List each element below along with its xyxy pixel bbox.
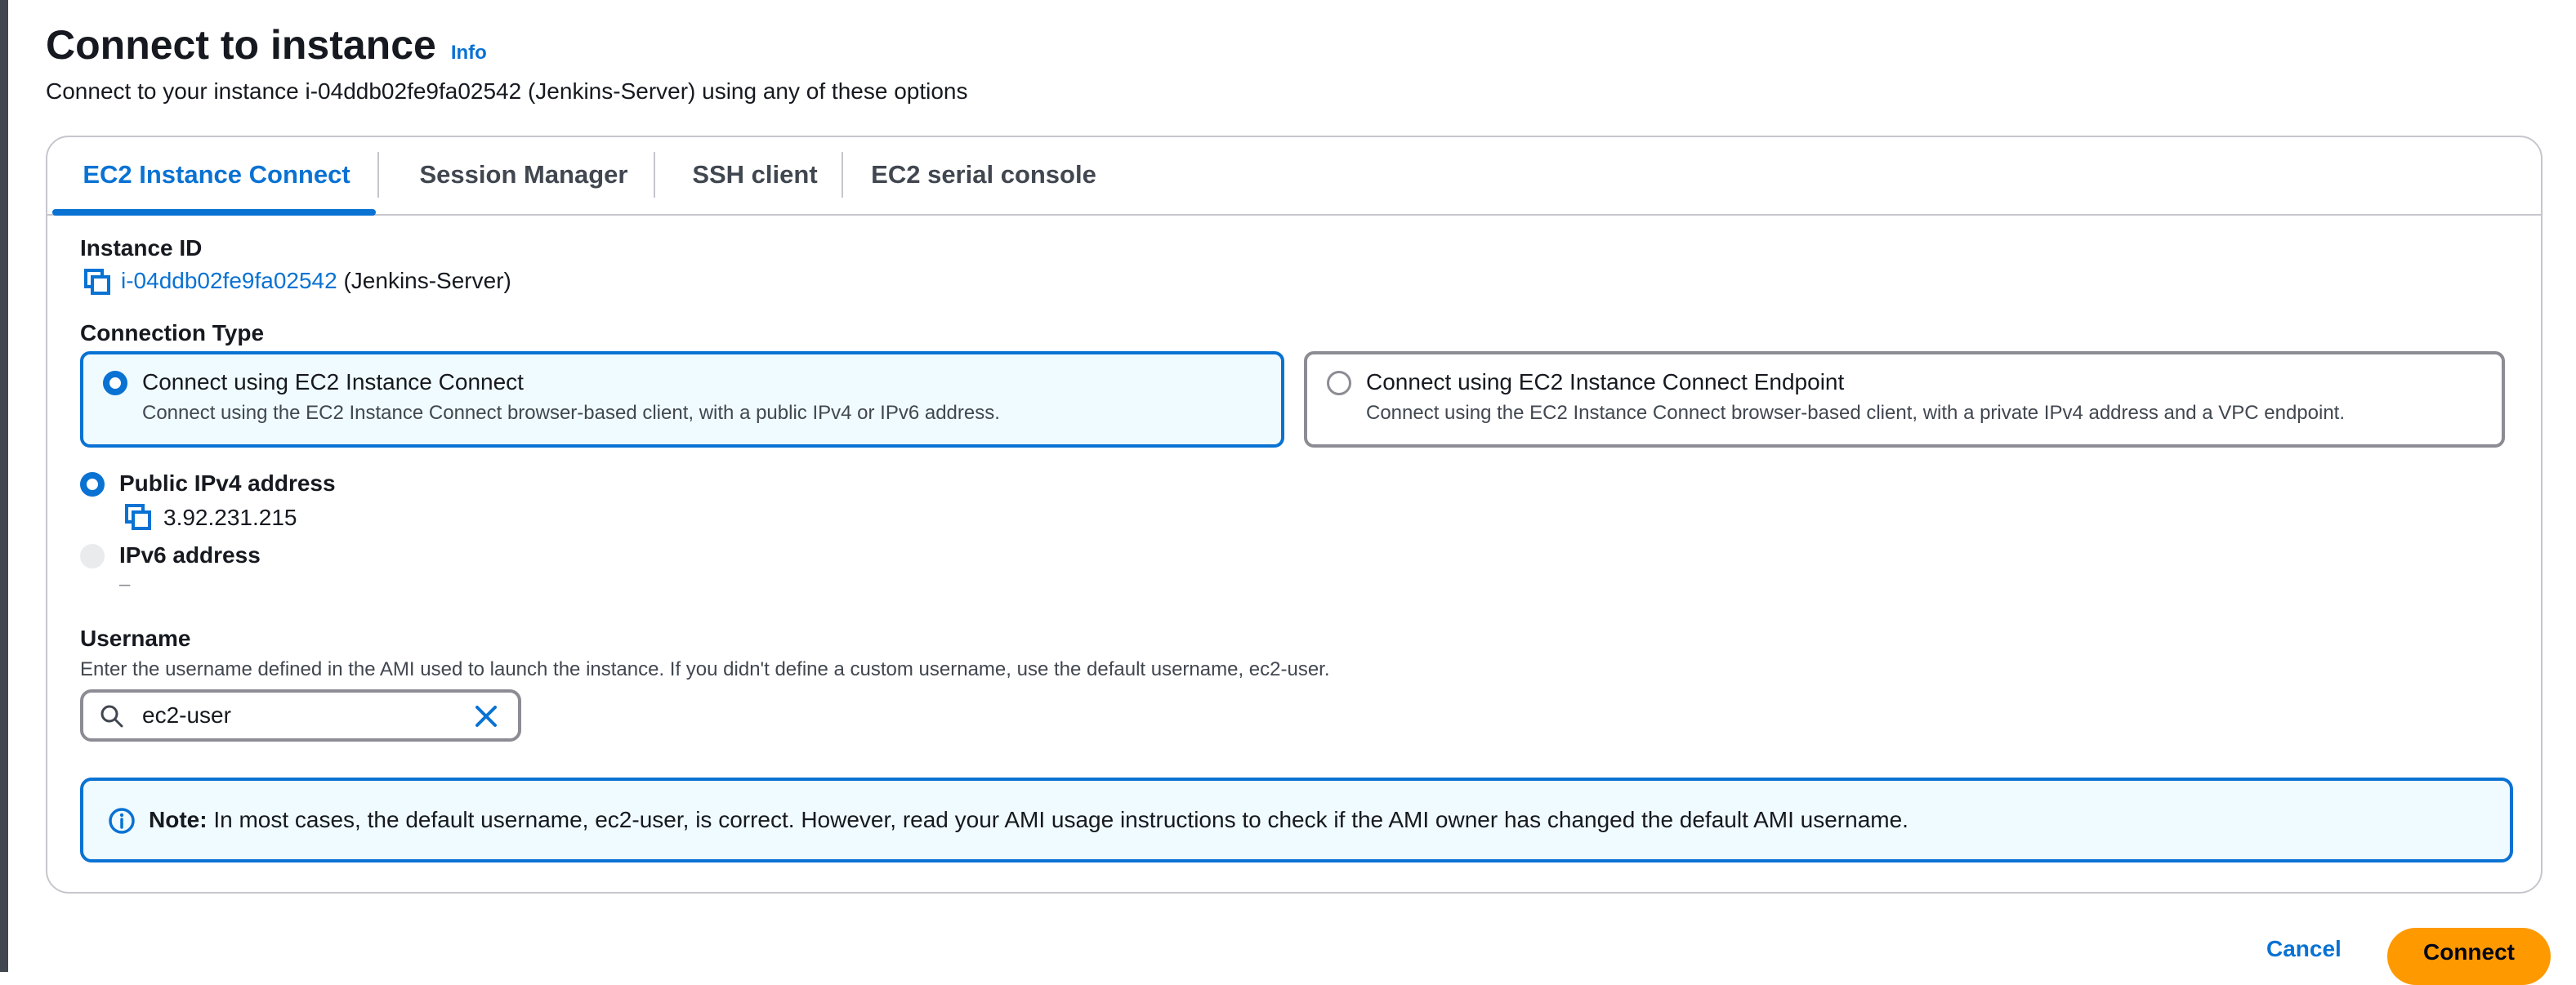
page-subtitle: Connect to your instance i-04ddb02fe9fa0… (46, 78, 968, 104)
option-description: Connect using the EC2 Instance Connect b… (1366, 402, 2346, 424)
instance-id-row: i-04ddb02fe9fa02542 (Jenkins-Server) (121, 268, 511, 294)
clear-icon[interactable] (474, 704, 498, 729)
option-title: Connect using EC2 Instance Connect Endpo… (1366, 369, 1845, 394)
option-description: Connect using the EC2 Instance Connect b… (142, 402, 1000, 424)
radio-button-unselected[interactable] (1327, 371, 1351, 395)
cancel-button[interactable]: Cancel (2266, 936, 2342, 962)
public-ipv4-label: Public IPv4 address (119, 470, 336, 496)
username-description: Enter the username defined in the AMI us… (80, 658, 1330, 680)
tab-ssh-client[interactable]: SSH client (683, 154, 827, 196)
username-label: Username (80, 626, 191, 651)
page-header: Connect to instance Info (46, 21, 487, 69)
username-value[interactable]: ec2-user (142, 702, 231, 729)
username-input[interactable]: ec2-user (80, 689, 521, 742)
tab-ec2-serial-console[interactable]: EC2 serial console (871, 154, 1096, 196)
radio-public-ipv4[interactable] (80, 472, 105, 497)
tab-session-manager[interactable]: Session Manager (407, 154, 641, 196)
tab-divider (842, 152, 843, 198)
instance-name: (Jenkins-Server) (343, 268, 511, 293)
connection-option-endpoint[interactable]: Connect using EC2 Instance Connect Endpo… (1304, 351, 2505, 448)
instance-id-link[interactable]: i-04ddb02fe9fa02542 (121, 268, 337, 293)
connect-card: EC2 Instance Connect Session Manager SSH… (46, 136, 2543, 894)
note-prefix: Note: (149, 807, 208, 832)
note-alert: Note: In most cases, the default usernam… (80, 778, 2513, 862)
search-icon (100, 705, 123, 728)
radio-ipv6-disabled (80, 544, 105, 568)
note-text: In most cases, the default username, ec2… (213, 807, 1909, 832)
page-title: Connect to instance (46, 22, 436, 68)
option-title: Connect using EC2 Instance Connect (142, 369, 524, 394)
copy-icon[interactable] (83, 268, 111, 296)
radio-button-selected[interactable] (103, 371, 127, 395)
info-link[interactable]: Info (451, 42, 487, 65)
ipv6-label: IPv6 address (119, 542, 261, 568)
instance-id-label: Instance ID (80, 235, 203, 261)
tab-bar: EC2 Instance Connect Session Manager SSH… (47, 137, 2541, 216)
public-ipv4-value: 3.92.231.215 (163, 505, 297, 530)
tab-ec2-instance-connect[interactable]: EC2 Instance Connect (82, 154, 351, 196)
connection-type-label: Connection Type (80, 320, 265, 345)
tab-divider (377, 152, 379, 198)
ipv6-value: – (119, 573, 131, 595)
copy-icon[interactable] (124, 503, 152, 531)
tab-divider (654, 152, 655, 198)
left-edge-bar (0, 0, 8, 972)
note-text-row: Note: In most cases, the default usernam… (149, 807, 1909, 833)
active-tab-indicator (52, 209, 376, 216)
connection-option-instance-connect[interactable]: Connect using EC2 Instance Connect Conne… (80, 351, 1284, 448)
connect-button[interactable]: Connect (2387, 928, 2551, 985)
info-icon (109, 808, 135, 834)
